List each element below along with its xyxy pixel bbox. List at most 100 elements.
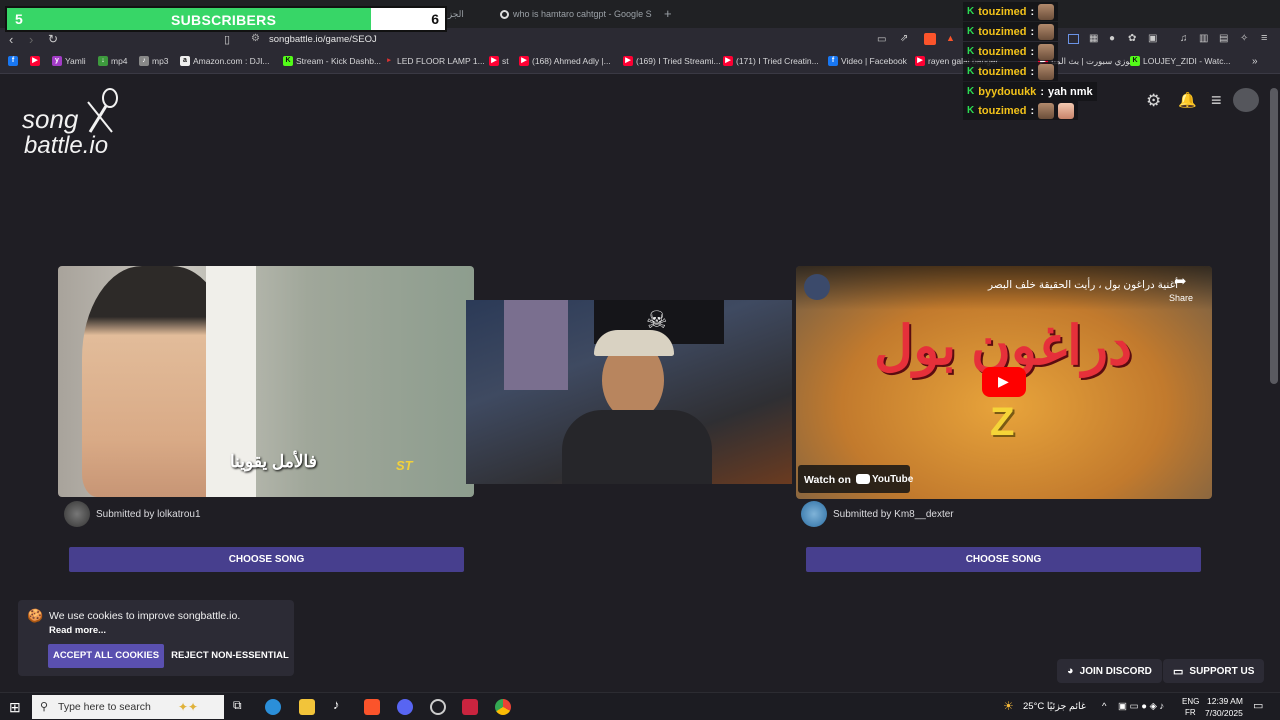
facebook-icon: f xyxy=(828,56,838,66)
subscriber-goal-bar: 5 SUBSCRIBERS 6 xyxy=(5,6,447,32)
bookmark-amazon[interactable]: a Amazon.com : DJI... xyxy=(180,56,270,66)
bookmark-video-facebook[interactable]: f Video | Facebook xyxy=(828,56,907,66)
share-arrow-icon[interactable]: ➦ xyxy=(1174,272,1187,290)
bookmark-youtube[interactable]: ▶ xyxy=(30,56,43,66)
notification-center-icon[interactable]: ▭ xyxy=(1253,699,1263,712)
settings-gear-icon[interactable]: ⚙ xyxy=(1146,91,1161,111)
chat-message: Ktouzimed: xyxy=(963,2,1059,21)
chat-user: touzimed xyxy=(978,45,1027,58)
bookmark-mp4[interactable]: ↓ mp4 xyxy=(98,56,128,66)
bookmark-yamli[interactable]: y Yamli xyxy=(52,56,86,66)
url-field[interactable]: songbattle.io/game/SEOJ xyxy=(269,34,377,45)
windows-start-icon[interactable]: ⊞ xyxy=(9,699,21,716)
search-icon: ⚲ xyxy=(40,701,49,713)
tiktok-icon[interactable]: ♪ xyxy=(333,697,340,712)
share-label[interactable]: Share xyxy=(1169,293,1193,303)
discord-icon[interactable] xyxy=(397,699,413,715)
watch-on-youtube[interactable]: Watch on YouTube xyxy=(798,465,914,493)
reject-cookies-button[interactable]: REJECT NON-ESSENTIAL xyxy=(170,644,290,668)
youtube-label: YouTube xyxy=(872,474,914,485)
puzzle-icon[interactable]: ✿ xyxy=(1128,33,1136,44)
facebook-icon: f xyxy=(8,56,18,66)
youtube-video-title[interactable]: أغنية دراغون بول ، رأيت الحقيقة خلف البص… xyxy=(838,279,1178,291)
bookmark-kick[interactable]: K Stream - Kick Dashb... xyxy=(283,56,381,66)
bookmark-tried-creating[interactable]: ▶ (171) I Tried Creatin... xyxy=(723,56,819,66)
bookmark-loujey[interactable]: K LOUJEY_ZIDI - Watc... xyxy=(1130,56,1231,66)
support-us-button[interactable]: ▭ SUPPORT US xyxy=(1163,659,1265,683)
bookmark-ahmed-adly[interactable]: ▶ (168) Ahmed Adly |... xyxy=(519,56,611,66)
accept-cookies-button[interactable]: ACCEPT ALL COOKIES xyxy=(48,644,164,668)
youtube-icon: ▶ xyxy=(623,56,633,66)
weather-text[interactable]: 25°C غائم جزئيًا xyxy=(1023,701,1086,712)
extension-icon[interactable]: ▦ xyxy=(1089,33,1098,44)
share-icon[interactable]: ⇗ xyxy=(900,33,908,44)
user-avatar[interactable] xyxy=(1233,88,1259,112)
app-icon[interactable] xyxy=(462,699,478,715)
file-explorer-icon[interactable] xyxy=(299,699,315,715)
taskbar-search-input[interactable]: ⚲ Type here to search ✦✦ xyxy=(32,695,224,719)
submitter-avatar xyxy=(801,501,827,527)
site-info-icon[interactable]: ⚙ xyxy=(251,33,260,44)
forward-icon[interactable]: › xyxy=(29,32,33,47)
brave-shield-icon[interactable] xyxy=(924,33,936,45)
hamburger-menu-icon[interactable]: ≡ xyxy=(1211,90,1222,111)
mp3-icon: ♪ xyxy=(139,56,149,66)
join-discord-button[interactable]: ◕ JOIN DISCORD xyxy=(1057,659,1162,683)
music-icon[interactable]: ♫ xyxy=(1180,33,1188,44)
channel-avatar[interactable] xyxy=(804,274,830,300)
chrome-icon[interactable] xyxy=(495,699,511,715)
left-song-video[interactable]: فالأمل يقوينا ST xyxy=(58,266,474,497)
clock-time[interactable]: 12:39 AM xyxy=(1207,696,1243,706)
songbattle-logo[interactable]: song battle.io xyxy=(22,88,142,162)
tab-google-search[interactable]: who is hamtaro cahtgpt - Google Se xyxy=(500,4,652,24)
yamli-icon: y xyxy=(52,56,62,66)
task-view-icon[interactable]: ⧉ xyxy=(233,698,242,713)
extension-icon[interactable] xyxy=(1068,34,1079,44)
download-icon: ↓ xyxy=(98,56,108,66)
tray-icons[interactable]: ▣ ▭ ● ◈ ♪ xyxy=(1118,701,1164,712)
back-icon[interactable]: ‹ xyxy=(9,32,13,47)
wallet-icon[interactable]: ▤ xyxy=(1219,33,1228,44)
extension-icon[interactable]: ● xyxy=(1109,33,1115,44)
notification-bell-icon[interactable]: 🔔 xyxy=(1178,91,1197,109)
brave-icon[interactable] xyxy=(364,699,380,715)
tray-arrow-icon[interactable]: ^ xyxy=(1102,701,1106,712)
weather-icon: ☀ xyxy=(1003,699,1014,713)
new-tab-button[interactable]: + xyxy=(664,4,676,24)
cast-icon[interactable]: ▭ xyxy=(877,34,886,45)
kick-icon: K xyxy=(283,56,293,66)
clock-date[interactable]: 7/30/2025 xyxy=(1205,708,1243,718)
choose-left-song-button[interactable]: CHOOSE SONG xyxy=(69,547,464,572)
language-fr[interactable]: FR xyxy=(1185,708,1196,717)
sidebar-icon[interactable]: ▥ xyxy=(1199,33,1208,44)
support-us-label: SUPPORT US xyxy=(1189,665,1255,677)
page-scrollbar[interactable] xyxy=(1270,88,1278,384)
menu-icon[interactable]: ≡ xyxy=(1261,32,1267,44)
chat-message: Ktouzimed: xyxy=(963,101,1079,120)
tab-label: who is hamtaro cahtgpt - Google Se xyxy=(513,9,652,19)
brave-icon[interactable]: ✧ xyxy=(1240,33,1248,44)
cookie-icon: 🍪 xyxy=(27,608,44,623)
right-song-video[interactable]: أغنية دراغون بول ، رأيت الحقيقة خلف البص… xyxy=(796,266,1212,499)
kick-badge-icon: K xyxy=(967,105,975,116)
bookmark-icon[interactable]: ▯ xyxy=(224,33,230,46)
more-bookmarks-icon[interactable]: » xyxy=(1252,56,1258,67)
logo-text-song: song xyxy=(22,104,79,134)
obs-icon[interactable] xyxy=(430,699,446,715)
language-eng[interactable]: ENG xyxy=(1182,697,1199,706)
cookie-read-more-link[interactable]: Read more... xyxy=(49,625,106,636)
reload-icon[interactable]: ↻ xyxy=(48,32,58,46)
bookmark-tried-streaming[interactable]: ▶ (169) I Tried Streami... xyxy=(623,56,721,66)
choose-right-song-button[interactable]: CHOOSE SONG xyxy=(806,547,1201,572)
bookmark-st[interactable]: ▶ st xyxy=(489,56,509,66)
subscriber-label: SUBSCRIBERS xyxy=(171,12,277,28)
video-subtitle: فالأمل يقوينا xyxy=(230,452,317,471)
bookmark-mp3[interactable]: ♪ mp3 xyxy=(139,56,169,66)
bookmark-facebook[interactable]: f xyxy=(8,56,21,66)
edge-icon[interactable] xyxy=(265,699,281,715)
brave-rewards-icon[interactable]: ▲ xyxy=(946,33,955,43)
extension-icon[interactable]: ▣ xyxy=(1148,33,1157,44)
right-submitter: Submitted by Km8__dexter xyxy=(801,501,954,527)
bookmark-lamp[interactable]: ▸ LED FLOOR LAMP 1... xyxy=(384,56,484,66)
youtube-play-button[interactable]: ▶ xyxy=(982,367,1026,397)
